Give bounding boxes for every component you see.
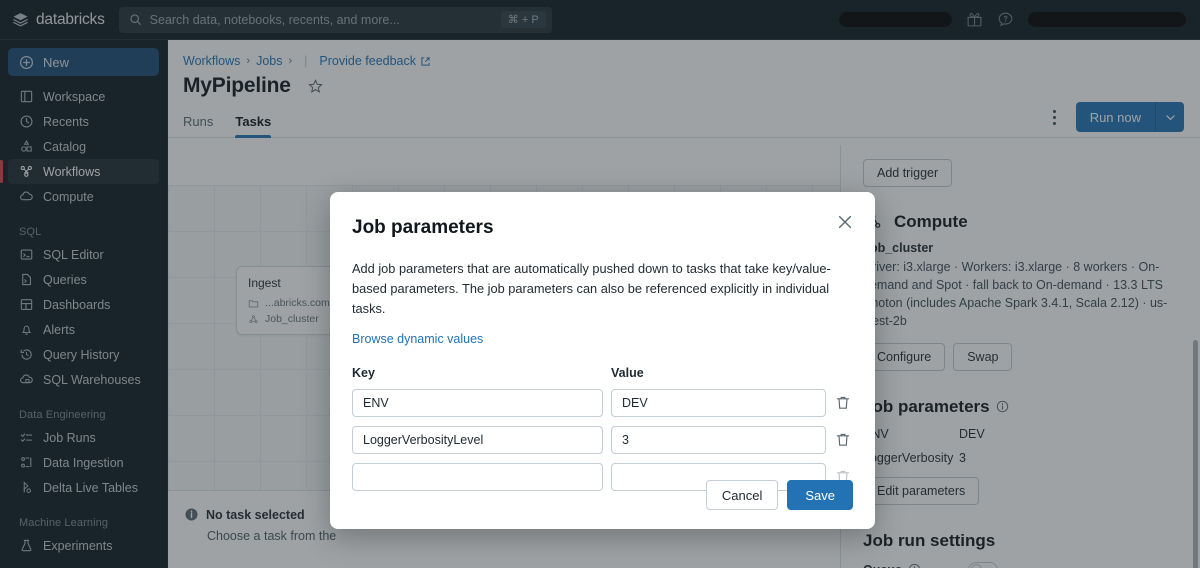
browse-dynamic-values-link[interactable]: Browse dynamic values (352, 332, 483, 346)
parameter-key-input[interactable] (352, 463, 603, 491)
save-label: Save (805, 488, 835, 503)
dialog-title: Job parameters (352, 217, 853, 239)
dialog-footer: Cancel Save (706, 480, 853, 510)
parameters-grid-header: Key Value (352, 366, 853, 380)
parameter-value-input[interactable] (611, 426, 826, 454)
databricks-app: databricks Search data, notebooks, recen… (0, 0, 1200, 568)
cancel-button[interactable]: Cancel (706, 480, 778, 510)
parameter-row (352, 389, 853, 417)
job-parameters-dialog: Job parameters Add job parameters that a… (330, 192, 875, 529)
column-header-key: Key (352, 366, 611, 380)
cancel-label: Cancel (722, 488, 762, 503)
parameter-row (352, 426, 853, 454)
dialog-description: Add job parameters that are automaticall… (352, 259, 853, 318)
parameter-key-input[interactable] (352, 389, 603, 417)
close-icon[interactable] (835, 212, 855, 232)
save-button[interactable]: Save (787, 480, 853, 510)
parameter-value-input[interactable] (611, 389, 826, 417)
column-header-value: Value (611, 366, 644, 380)
delete-row-icon[interactable] (834, 431, 852, 449)
parameter-key-input[interactable] (352, 426, 603, 454)
delete-row-icon[interactable] (834, 394, 852, 412)
